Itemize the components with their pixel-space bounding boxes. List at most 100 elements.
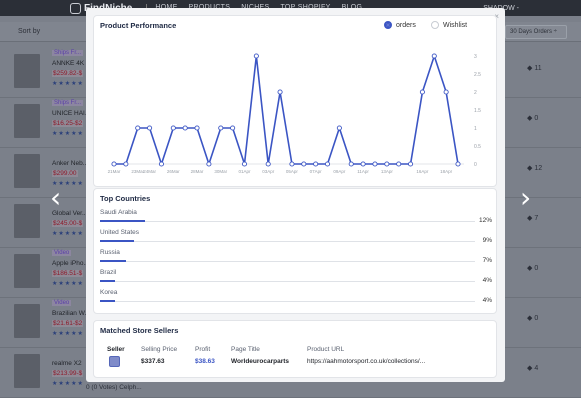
orders-data-point [123, 161, 129, 167]
product-thumbnail[interactable] [14, 104, 40, 138]
orders-data-point [194, 125, 200, 131]
findniche-logo-icon [70, 2, 81, 14]
product-name[interactable]: Anker Neb... [52, 160, 88, 167]
rating-stars: ★★★★★ [52, 81, 84, 87]
y-tick-label: 2.5 [474, 72, 481, 78]
orders-data-point [206, 161, 212, 167]
country-bar-track [100, 261, 475, 262]
profit-value: $38.63 [195, 358, 215, 365]
sellers-table: Seller Selling Price Profit Page Title P… [107, 346, 490, 372]
orders-data-point [336, 125, 342, 131]
orders-data-point [313, 161, 319, 167]
country-name: Korea [100, 289, 118, 296]
country-bar-fill [100, 280, 115, 282]
orders-data-point [147, 125, 153, 131]
product-name[interactable]: UNICE HAI... [52, 110, 90, 117]
product-name[interactable]: realme X2 [52, 360, 82, 367]
x-tick-label: 18Apr [440, 169, 453, 174]
order-count-value: 7 [534, 215, 539, 222]
product-thumbnail[interactable] [14, 154, 40, 188]
product-thumbnail[interactable] [14, 254, 40, 288]
country-row: Saudi Arabia 12% [100, 209, 492, 229]
country-bar-track [100, 221, 475, 222]
orders-data-point [135, 125, 141, 131]
orders-data-point [384, 161, 390, 167]
period-select[interactable]: 30 Days Orders ÷ [505, 25, 567, 39]
product-price: $213.99-$ [52, 370, 84, 377]
country-bar-fill [100, 220, 145, 222]
y-tick-label: 1.5 [474, 108, 481, 114]
product-thumbnail[interactable] [14, 354, 40, 388]
wishlist-radio-icon[interactable] [431, 21, 439, 29]
row-tag: Ships Fr... [52, 50, 84, 56]
order-count: ◆ 0 [527, 265, 539, 272]
order-count-value: 11 [534, 65, 542, 72]
country-bar-fill [100, 300, 115, 302]
x-tick-label: 30Mar [214, 169, 227, 174]
top-countries-card: Top Countries Saudi Arabia 12% United Stat… [93, 188, 497, 314]
product-name[interactable]: Apple iPho... [52, 260, 89, 267]
order-count-value: 12 [534, 165, 543, 172]
countries-title: Top Countries [100, 194, 151, 203]
orders-data-point [182, 125, 188, 131]
product-url-header: Product URL [307, 346, 345, 353]
x-tick-label: 13Apr [381, 169, 394, 174]
product-name[interactable]: Brazilian W... [52, 310, 90, 317]
x-tick-label: 26Mar [167, 169, 180, 174]
row-tag: Ships Fr... [52, 100, 84, 106]
y-tick-label: 1 [474, 126, 477, 132]
x-tick-label: 11Apr [357, 169, 369, 174]
matched-sellers-card: Matched Store Sellers Seller Selling Pri… [93, 320, 497, 378]
country-bar-fill [100, 240, 134, 242]
order-count: ◆ 11 [527, 65, 542, 72]
order-count-value: 0 [534, 315, 539, 322]
rating-stars: ★★★★★ [52, 331, 84, 337]
sort-by-label: Sort by [18, 28, 41, 35]
orders-data-point [277, 89, 283, 95]
previous-arrow-icon[interactable]: ‹ [50, 184, 61, 212]
seller-header: Seller [107, 346, 125, 353]
seller-store-icon[interactable] [109, 356, 120, 367]
page-title-header: Page Title [231, 346, 260, 353]
orders-radio-icon[interactable] [384, 21, 392, 29]
product-thumbnail[interactable] [14, 204, 40, 238]
legend-orders[interactable]: orders [384, 21, 416, 29]
profit-header: Profit [195, 346, 211, 353]
x-tick-label: 16Apr [416, 169, 429, 174]
country-percent: 12% [478, 217, 492, 224]
product-url-link[interactable]: https://aahmotorsport.co.uk/collections/… [307, 358, 425, 365]
sellers-title: Matched Store Sellers [100, 326, 179, 335]
legend-orders-label: orders [396, 21, 416, 29]
product-name[interactable]: ANNKE 4K [52, 60, 84, 67]
orders-data-point [372, 161, 378, 167]
product-price: $16.25-$2 [52, 120, 84, 127]
country-bar-fill [100, 260, 126, 262]
orders-data-point [431, 53, 437, 59]
country-percent: 4% [482, 297, 492, 304]
order-count: ◆ 0 [527, 315, 539, 322]
y-tick-label: 0.5 [474, 144, 481, 150]
x-tick-label: 01Apr [238, 169, 251, 174]
country-row: Korea 4% [100, 289, 492, 309]
orders-series-line [114, 55, 459, 165]
product-thumbnail[interactable] [14, 54, 40, 88]
orders-data-point [443, 89, 449, 95]
order-count: ◆ 0 [527, 115, 539, 122]
orders-data-point [158, 161, 164, 167]
orders-data-point [408, 161, 414, 167]
country-percent: 7% [482, 257, 492, 264]
rating-stars: ★★★★★ [52, 381, 84, 387]
country-name: Brazil [100, 269, 117, 276]
product-price: $259.82-$ [52, 70, 84, 77]
product-thumbnail[interactable] [14, 304, 40, 338]
next-arrow-icon[interactable]: › [520, 184, 531, 212]
performance-title: Product Performance [100, 21, 177, 30]
orders-data-point [218, 125, 224, 131]
row-tag: Video [52, 300, 72, 306]
votes-text: 0 (0 Votes) Celph... [86, 384, 142, 391]
legend-wishlist[interactable]: Wishlist [431, 21, 467, 29]
y-tick-label: 3 [474, 54, 477, 60]
orders-data-point [289, 161, 295, 167]
x-tick-label: 21Mar [108, 169, 121, 174]
orders-data-point [301, 161, 307, 167]
